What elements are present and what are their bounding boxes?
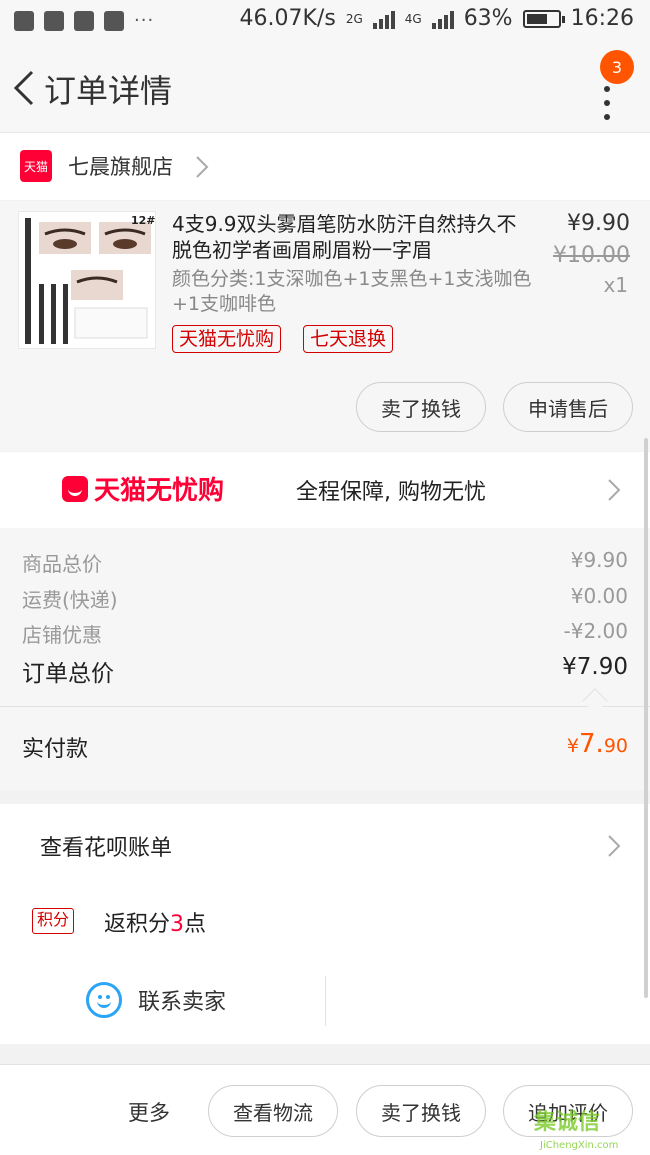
- paid-value: ¥7.90: [567, 729, 628, 759]
- product-item[interactable]: 12# 4支9.9双头雾眉笔防水防汗自然持久不脱色初学者画眉刷眉粉一字眉 颜色分…: [0, 201, 650, 451]
- page-title: 订单详情: [44, 72, 173, 110]
- paid-decimal: 90: [603, 735, 628, 757]
- summary-label: 商品总价: [22, 552, 102, 576]
- dot-icon: [604, 100, 610, 106]
- summary-label: 运费(快递): [22, 588, 118, 612]
- battery-percent: 63%: [463, 6, 513, 31]
- image-notification-icon: [44, 10, 64, 31]
- product-title[interactable]: 4支9.9双头雾眉笔防水防汗自然持久不脱色初学者画眉刷眉粉一字眉: [172, 211, 532, 263]
- paid-main: 7.: [579, 729, 604, 759]
- clock: 16:26: [570, 6, 634, 31]
- signal-icon: [431, 9, 454, 29]
- scrollbar[interactable]: [644, 438, 648, 998]
- dot-icon: [604, 86, 610, 92]
- thumb-label: 12#: [131, 214, 156, 227]
- points-tag: 积分: [32, 908, 75, 934]
- battery-icon: [522, 9, 565, 28]
- more-actions-button[interactable]: 更多: [128, 1097, 170, 1127]
- summary-row: 店铺优惠 -¥2.00: [22, 619, 628, 648]
- chevron-right-icon: [196, 156, 209, 178]
- chevron-right-icon: [608, 479, 621, 501]
- product-price: ¥9.90: [567, 211, 630, 236]
- view-logistics-button[interactable]: 查看物流: [208, 1085, 338, 1137]
- chat-face-icon: [86, 982, 122, 1018]
- points-text: 返积分3点: [104, 906, 206, 938]
- network-type-4g: 4G: [404, 11, 422, 26]
- tmall-logo: 天猫: [20, 150, 52, 182]
- summary-label: 店铺优惠: [22, 623, 102, 647]
- watermark-logo: 集诚信: [534, 1110, 601, 1135]
- resell-button[interactable]: 卖了换钱: [356, 1085, 486, 1137]
- after-sales-button[interactable]: 申请售后: [503, 382, 633, 432]
- watermark-url: JiChengXin.com: [540, 1140, 619, 1151]
- contact-seller-button[interactable]: 联系卖家: [86, 982, 226, 1018]
- eyebrow-pencil-image: [25, 218, 151, 344]
- more-notifications-icon: ···: [134, 10, 155, 31]
- order-total-value: ¥7.90: [562, 654, 628, 680]
- network-speed: 46.07K/s: [239, 6, 336, 31]
- dot-icon: [604, 114, 610, 120]
- order-total-label: 订单总价: [22, 661, 114, 687]
- huabei-bill-link[interactable]: 查看花呗账单: [40, 830, 172, 862]
- signal-icon: [372, 9, 395, 29]
- summary-value: ¥9.90: [570, 548, 628, 572]
- tag-seven-day-return: 七天退换: [303, 325, 394, 353]
- summary-value: ¥0.00: [570, 584, 628, 608]
- store-name: 七晨旗舰店: [68, 155, 173, 179]
- points-number: 3: [170, 912, 185, 937]
- summary-row: 运费(快递) ¥0.00: [22, 584, 628, 613]
- product-spec: 颜色分类:1支深咖色+1支黑色+1支浅咖色+1支咖啡色: [172, 268, 532, 315]
- tag-worry-free: 天猫无忧购: [172, 325, 282, 353]
- status-right: 46.07K/s 2G 4G 63% 16:26: [240, 6, 634, 31]
- worry-free-banner[interactable]: 天猫无忧购 全程保障, 购物无忧: [0, 452, 650, 528]
- order-total-row: 订单总价 ¥7.90: [22, 654, 628, 688]
- worry-free-text: 全程保障, 购物无忧: [296, 480, 486, 505]
- network-type-2g: 2G: [345, 11, 363, 26]
- resell-button[interactable]: 卖了换钱: [356, 382, 486, 432]
- worry-free-logo: 天猫无忧购: [62, 470, 224, 507]
- product-quantity: x1: [603, 273, 628, 297]
- paid-currency: ¥: [566, 735, 579, 757]
- app-notification-icon: [104, 10, 124, 31]
- back-arrow-icon: [13, 70, 34, 106]
- message-count-badge: 3: [600, 50, 634, 84]
- summary-row: 商品总价 ¥9.90: [22, 548, 628, 577]
- paid-amount-row: 实付款 ¥7.90: [0, 706, 650, 790]
- shopping-bag-icon: [62, 475, 88, 502]
- points-suffix: 点: [184, 912, 207, 937]
- product-thumbnail[interactable]: 12#: [18, 211, 156, 349]
- back-button[interactable]: [10, 66, 42, 110]
- title-bar: 订单详情 3: [0, 44, 650, 132]
- contact-seller-label: 联系卖家: [138, 990, 227, 1015]
- price-summary: 商品总价 ¥9.90 运费(快递) ¥0.00 店铺优惠 -¥2.00 订单总价…: [0, 528, 650, 706]
- summary-value: -¥2.00: [563, 619, 628, 643]
- status-bar: ··· 46.07K/s 2G 4G 63% 16:26: [0, 0, 650, 44]
- points-prefix: 返积分: [104, 912, 171, 937]
- chevron-right-icon: [608, 835, 621, 857]
- app-notification-icon: [14, 10, 34, 31]
- app-notification-icon: [74, 10, 94, 31]
- services-card: 查看花呗账单 积分 返积分3点 联系卖家: [0, 804, 650, 1044]
- notification-icons: ···: [14, 10, 154, 31]
- divider: [325, 976, 326, 1026]
- paid-label: 实付款: [22, 737, 89, 762]
- worry-free-logo-text: 天猫无忧购: [94, 476, 225, 506]
- product-original-price: ¥10.00: [553, 243, 630, 268]
- store-row[interactable]: 天猫 七晨旗舰店: [0, 132, 650, 200]
